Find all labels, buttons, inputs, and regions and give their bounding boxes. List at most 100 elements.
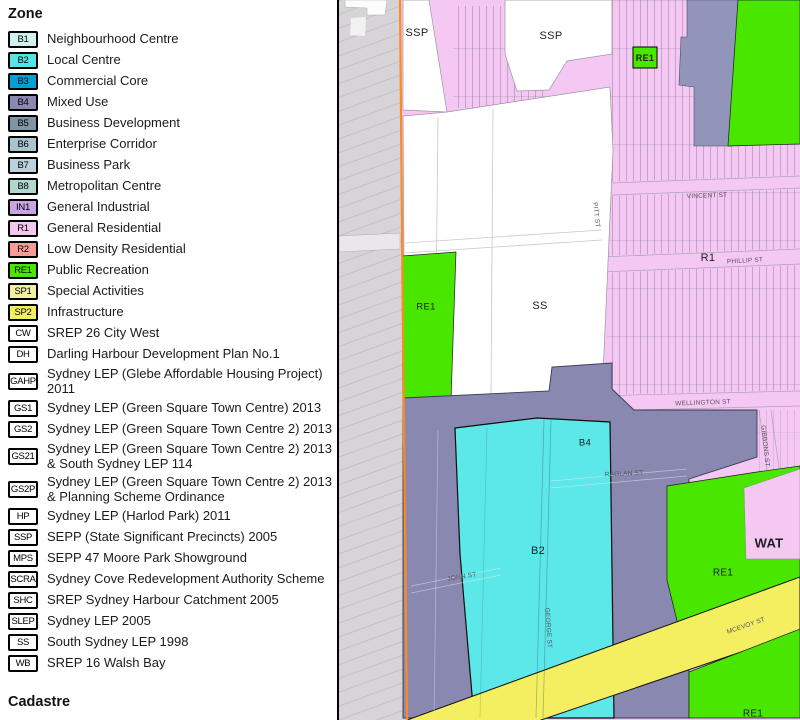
zone-label: Darling Harbour Development Plan No.1	[47, 347, 280, 362]
zone-swatch: GS2	[8, 421, 38, 438]
legend-item: GAHP Sydney LEP (Glebe Affordable Housin…	[8, 367, 337, 396]
zone-label: Business Park	[47, 158, 130, 173]
zone-label: South Sydney LEP 1998	[47, 635, 188, 650]
zone-swatch: RE1	[8, 262, 38, 279]
zone-label: General Residential	[47, 221, 161, 236]
legend-panel: Zone B1 Neighbourhood Centre B2 Local Ce…	[0, 0, 337, 720]
zone-swatch: R1	[8, 220, 38, 237]
zone-label: Low Density Residential	[47, 242, 186, 257]
zone-swatch: SP1	[8, 283, 38, 300]
zone-swatch: SHC	[8, 592, 38, 609]
zone-swatch: GAHP	[8, 373, 38, 390]
zone-swatch: B7	[8, 157, 38, 174]
legend-item: B2 Local Centre	[8, 52, 337, 69]
zone-swatch: MPS	[8, 550, 38, 567]
zone-label: Sydney LEP (Harlod Park) 2011	[47, 509, 231, 524]
zone-swatch: B5	[8, 115, 38, 132]
map-zone-label: R1	[701, 252, 716, 264]
cadastre-outside-hatch	[339, 0, 407, 720]
legend-item: GS2P Sydney LEP (Green Square Town Centr…	[8, 475, 337, 504]
map-zone-label: SSP	[406, 27, 429, 39]
zone-label: Sydney LEP (Green Square Town Centre 2) …	[47, 442, 335, 471]
map-zone-label: SS	[532, 300, 547, 312]
zone-swatch: B6	[8, 136, 38, 153]
legend-item: CW SREP 26 City West	[8, 325, 337, 342]
zone-label: Sydney LEP (Green Square Town Centre 2) …	[47, 422, 332, 437]
zone-swatch: SLEP	[8, 613, 38, 630]
legend-item: R1 General Residential	[8, 220, 337, 237]
zone-swatch: SCRA	[8, 571, 38, 588]
legend-item: B1 Neighbourhood Centre	[8, 31, 337, 48]
zone-label: Sydney LEP (Green Square Town Centre) 20…	[47, 401, 321, 416]
legend-item: SP1 Special Activities	[8, 283, 337, 300]
zone-label: Infrastructure	[47, 305, 124, 320]
legend-item: SP2 Infrastructure	[8, 304, 337, 321]
building-block-northwest-2	[350, 17, 366, 36]
legend-item: B8 Metropolitan Centre	[8, 178, 337, 195]
legend-item: SLEP Sydney LEP 2005	[8, 613, 337, 630]
zone-swatch: GS1	[8, 400, 38, 417]
legend-item: B6 Enterprise Corridor	[8, 136, 337, 153]
zone-label: Sydney LEP (Green Square Town Centre 2) …	[47, 475, 335, 504]
map-zone-label: RE1	[743, 709, 763, 720]
legend-item: HP Sydney LEP (Harlod Park) 2011	[8, 508, 337, 525]
zone-swatch: B3	[8, 73, 38, 90]
zone-label: SEPP 47 Moore Park Showground	[47, 551, 247, 566]
map-zone-label: B2	[531, 545, 545, 557]
legend-item: WB SREP 16 Walsh Bay	[8, 655, 337, 672]
zone-label: SEPP (State Significant Precincts) 2005	[47, 530, 277, 545]
legend-item: SS South Sydney LEP 1998	[8, 634, 337, 651]
legend-item: B7 Business Park	[8, 157, 337, 174]
zone-label: Local Centre	[47, 53, 121, 68]
zone-swatch: SS	[8, 634, 38, 651]
map-viewport[interactable]: SSPSSPRE1R1RE1SSB4B2RE1WATRE1 VINCENT ST…	[339, 0, 800, 720]
map-zone-label: B4	[579, 438, 591, 449]
zone-swatch: SP2	[8, 304, 38, 321]
legend-zone-heading: Zone	[8, 6, 337, 22]
legend-item: SSP SEPP (State Significant Precincts) 2…	[8, 529, 337, 546]
legend-item: R2 Low Density Residential	[8, 241, 337, 258]
zone-label: Business Development	[47, 116, 180, 131]
legend-cadastre-heading: Cadastre	[8, 694, 337, 710]
zone-label: General Industrial	[47, 200, 150, 215]
zone-swatch: GS21	[8, 448, 38, 465]
legend-item: B4 Mixed Use	[8, 94, 337, 111]
legend-item: IN1 General Industrial	[8, 199, 337, 216]
zone-label: Sydney Cove Redevelopment Authority Sche…	[47, 572, 325, 587]
zone-label: Neighbourhood Centre	[47, 32, 179, 47]
map-application-screen: Zone B1 Neighbourhood Centre B2 Local Ce…	[0, 0, 800, 720]
zone-swatch: B4	[8, 94, 38, 111]
zoning-map-svg	[339, 0, 800, 720]
legend-item: GS2 Sydney LEP (Green Square Town Centre…	[8, 421, 337, 438]
legend-item: GS21 Sydney LEP (Green Square Town Centr…	[8, 442, 337, 471]
zone-label: SREP 16 Walsh Bay	[47, 656, 166, 671]
zone-swatch: DH	[8, 346, 38, 363]
legend-item: SHC SREP Sydney Harbour Catchment 2005	[8, 592, 337, 609]
map-zone-label: WAT	[755, 536, 784, 551]
map-zone-label: RE1	[636, 53, 654, 63]
zone-label: Public Recreation	[47, 263, 149, 278]
zone-swatch: B2	[8, 52, 38, 69]
zone-swatch: WB	[8, 655, 38, 672]
zone-label: Special Activities	[47, 284, 144, 299]
legend-item: RE1 Public Recreation	[8, 262, 337, 279]
zone-label: Sydney LEP (Glebe Affordable Housing Pro…	[47, 367, 335, 396]
zone-label: Enterprise Corridor	[47, 137, 157, 152]
zone-label: Mixed Use	[47, 95, 108, 110]
map-zone-label: SSP	[540, 30, 563, 42]
zone-label: SREP 26 City West	[47, 326, 159, 341]
legend-item: B5 Business Development	[8, 115, 337, 132]
zone-label: Metropolitan Centre	[47, 179, 161, 194]
re1-park-northeast	[728, 0, 800, 146]
zone-swatch: B1	[8, 31, 38, 48]
zone-label: SREP Sydney Harbour Catchment 2005	[47, 593, 279, 608]
legend-item: MPS SEPP 47 Moore Park Showground	[8, 550, 337, 567]
legend-item: GS1 Sydney LEP (Green Square Town Centre…	[8, 400, 337, 417]
zone-swatch: R2	[8, 241, 38, 258]
legend-item: SCRA Sydney Cove Redevelopment Authority…	[8, 571, 337, 588]
map-street-label: VINCENT ST	[687, 192, 728, 200]
legend-item: B3 Commercial Core	[8, 73, 337, 90]
zone-swatch: HP	[8, 508, 38, 525]
map-zone-label: RE1	[713, 568, 733, 579]
zone-swatch: GS2P	[8, 481, 38, 498]
